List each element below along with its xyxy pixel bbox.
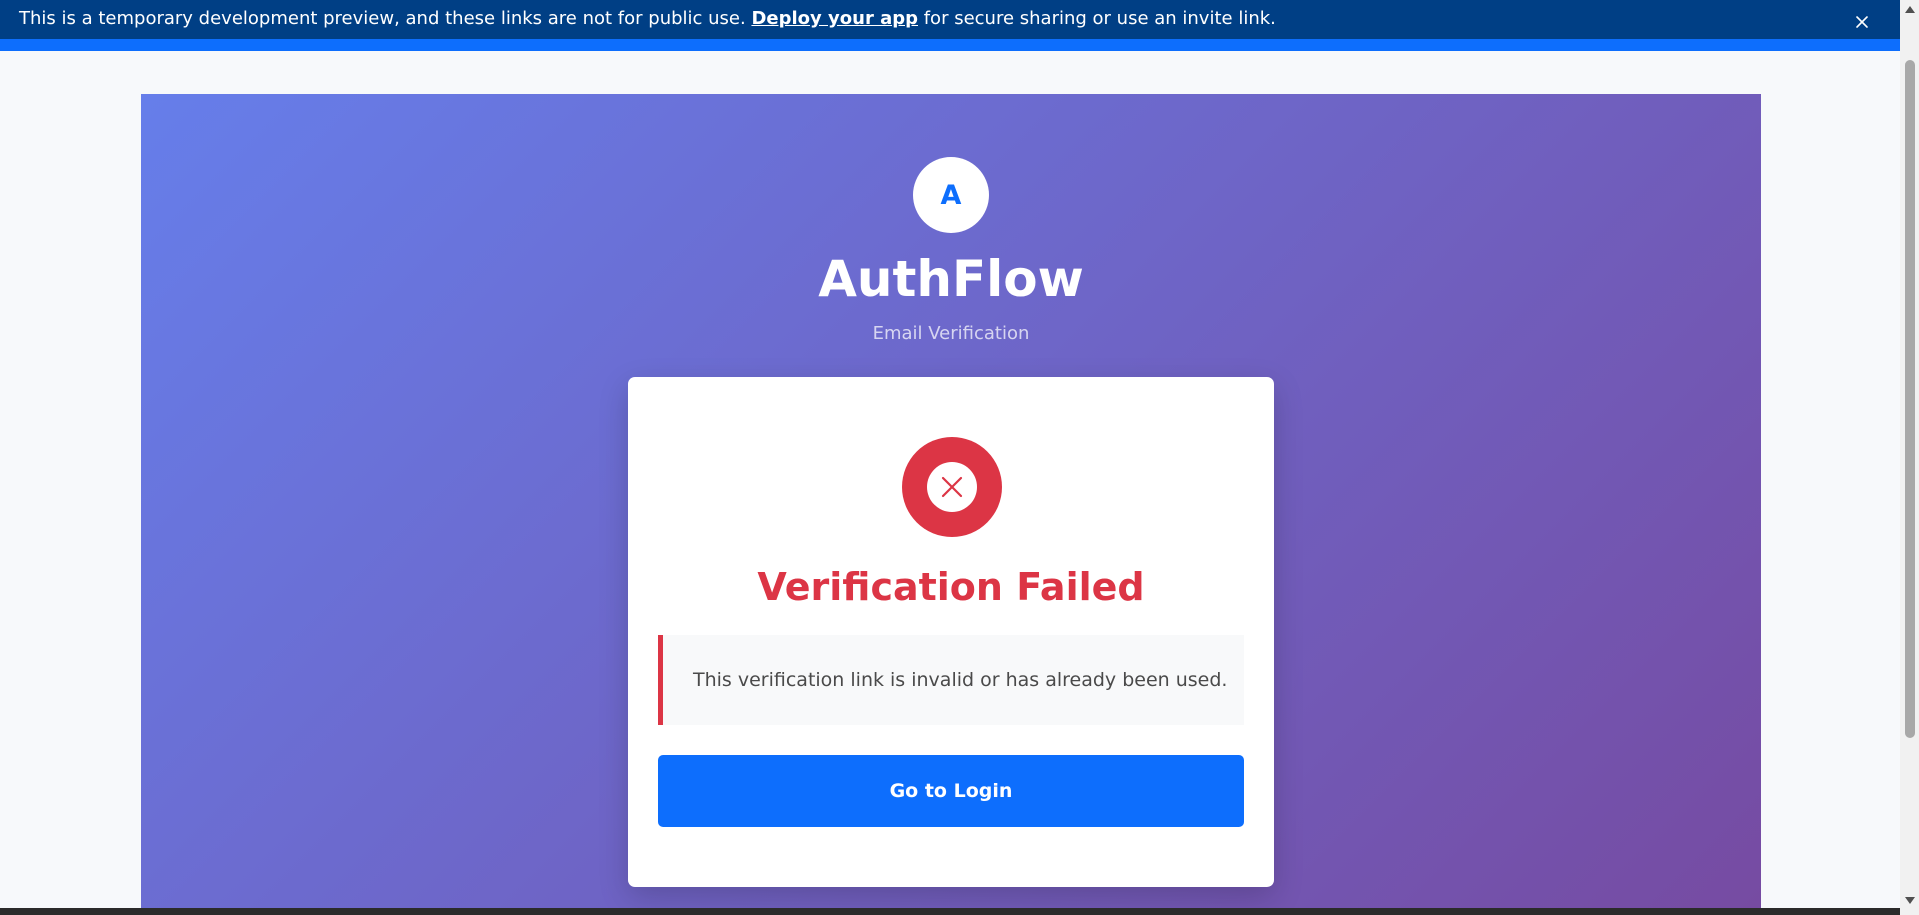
scroll-down-arrow-icon[interactable] [1905, 897, 1915, 904]
close-icon-glyph [1856, 16, 1868, 28]
bottom-strip [0, 908, 1900, 915]
error-icon-inner [927, 462, 977, 512]
hero-panel: A AuthFlow Email Verification Verificati… [141, 94, 1761, 908]
error-icon [902, 437, 1002, 537]
x-mark-icon [941, 476, 963, 498]
vertical-scrollbar[interactable] [1900, 0, 1919, 915]
app-logo: A [913, 157, 989, 233]
app-subtitle: Email Verification [872, 323, 1030, 344]
dev-preview-banner: This is a temporary development preview,… [0, 0, 1900, 51]
banner-text-before: This is a temporary development preview,… [19, 8, 752, 29]
error-alert: This verification link is invalid or has… [658, 635, 1244, 725]
scrollbar-thumb[interactable] [1905, 60, 1915, 738]
app-title: AuthFlow [818, 250, 1084, 308]
deploy-app-link[interactable]: Deploy your app [751, 8, 918, 29]
scroll-up-arrow-icon[interactable] [1905, 6, 1915, 13]
verification-card: Verification Failed This verification li… [628, 377, 1274, 887]
error-message: This verification link is invalid or has… [693, 669, 1228, 691]
banner-text-after: for secure sharing or use an invite link… [918, 8, 1276, 29]
banner-message: This is a temporary development preview,… [19, 10, 1276, 28]
go-to-login-button[interactable]: Go to Login [658, 755, 1244, 827]
close-icon[interactable] [1854, 14, 1870, 30]
verification-failed-title: Verification Failed [757, 565, 1145, 609]
app-logo-letter: A [940, 179, 962, 211]
